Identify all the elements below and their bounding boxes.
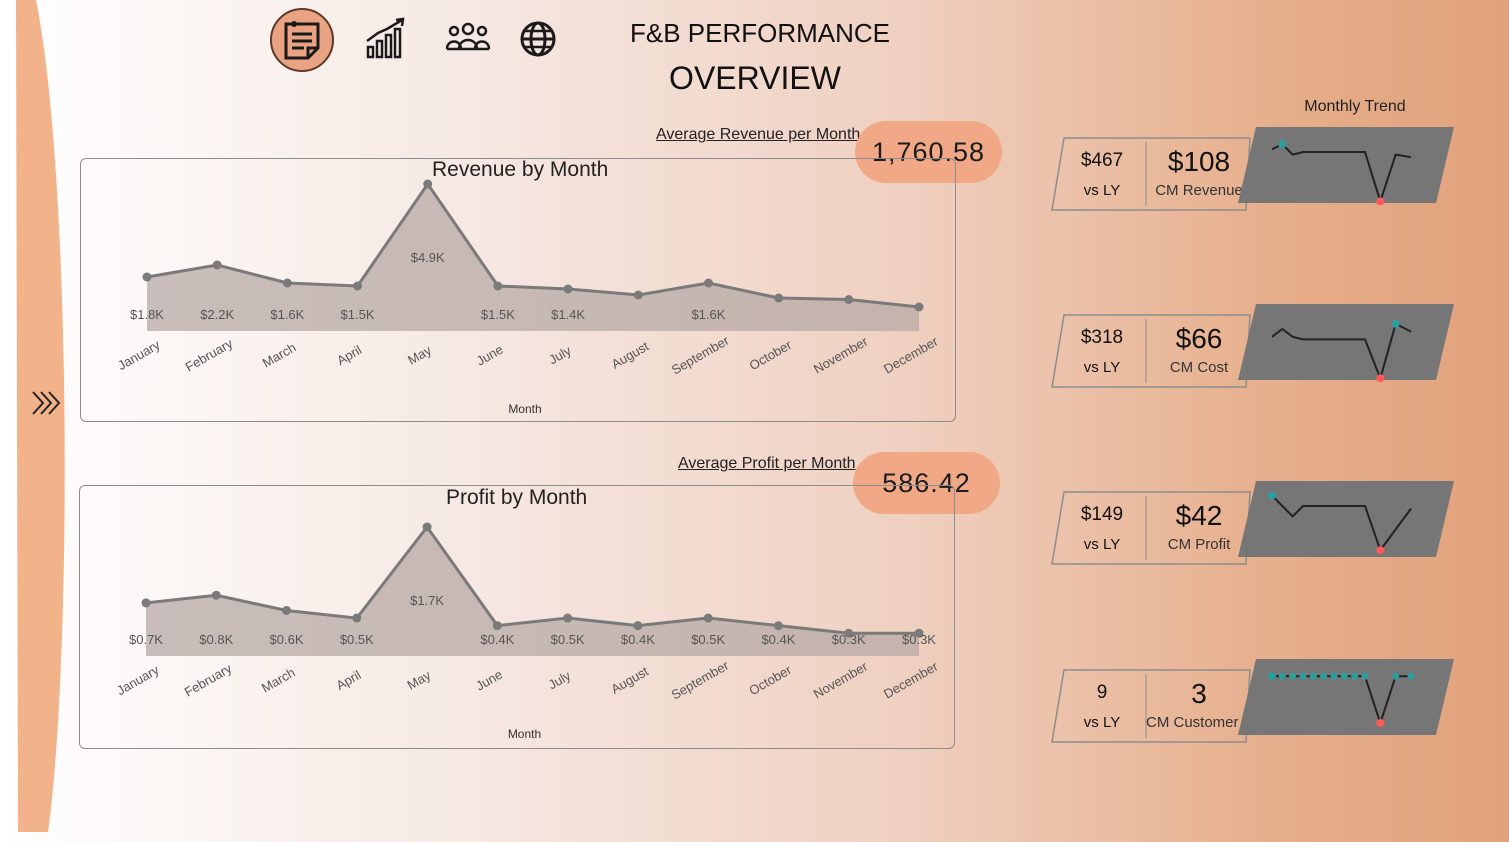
sparkline-marker bbox=[1361, 672, 1369, 680]
dashboard-canvas: F&B PERFORMANCE OVERVIEW Average Revenue… bbox=[0, 0, 1509, 842]
x-tick-label: December bbox=[881, 658, 941, 701]
sparkline-marker bbox=[1330, 672, 1338, 680]
x-tick-label: April bbox=[334, 667, 364, 693]
sparkline-customers bbox=[1238, 659, 1454, 735]
sparkline-min-marker bbox=[1376, 719, 1385, 727]
data-label: $1.7K bbox=[410, 593, 444, 608]
x-tick-label: September bbox=[669, 657, 732, 702]
data-point[interactable] bbox=[282, 605, 292, 615]
data-label: $0.6K bbox=[270, 632, 304, 647]
kpi-ly-value: 9 bbox=[1096, 682, 1108, 703]
x-tick-label: August bbox=[608, 663, 651, 696]
data-point[interactable] bbox=[352, 613, 362, 623]
monthly-trend-title: Monthly Trend bbox=[1304, 98, 1406, 115]
data-point[interactable] bbox=[141, 598, 151, 608]
kpi-card-profit: $149 vs LY $42 CM Profit bbox=[1050, 490, 1260, 566]
data-point[interactable] bbox=[633, 621, 643, 631]
data-point[interactable] bbox=[211, 590, 221, 600]
sparkline-revenue bbox=[1238, 127, 1454, 205]
sparkline-min-marker bbox=[1376, 546, 1385, 555]
kpi-ly-value: $149 bbox=[1080, 504, 1124, 525]
x-tick-label: February bbox=[182, 660, 235, 699]
x-axis-title: Month bbox=[508, 727, 541, 741]
data-label: $0.5K bbox=[551, 632, 585, 647]
x-tick-label: May bbox=[404, 667, 433, 693]
sparkline-marker bbox=[1278, 672, 1286, 680]
sparkline-marker bbox=[1299, 672, 1307, 680]
kpi-ly-label: vs LY bbox=[1083, 714, 1121, 731]
data-point[interactable] bbox=[422, 522, 432, 532]
sparkline-marker bbox=[1351, 672, 1359, 680]
sparkline-max-marker bbox=[1391, 319, 1400, 328]
x-tick-label: October bbox=[746, 662, 794, 698]
data-point[interactable] bbox=[703, 613, 713, 623]
x-tick-label: January bbox=[114, 662, 162, 698]
kpi-ly-label: vs LY bbox=[1083, 359, 1121, 376]
sparkline-marker bbox=[1407, 672, 1415, 680]
data-label: $0.4K bbox=[761, 632, 795, 647]
x-tick-label: July bbox=[546, 668, 574, 693]
kpi-ly-value: $467 bbox=[1080, 150, 1124, 171]
data-label: $0.8K bbox=[199, 632, 233, 647]
sparkline-max-marker bbox=[1268, 491, 1276, 500]
data-label: $0.7K bbox=[129, 632, 163, 647]
data-point[interactable] bbox=[563, 613, 573, 623]
sparkline-marker bbox=[1289, 672, 1297, 680]
data-point[interactable] bbox=[773, 621, 783, 631]
x-tick-label: June bbox=[473, 667, 505, 694]
area-fill bbox=[146, 527, 919, 656]
sparkline-marker bbox=[1340, 672, 1348, 680]
sparkline-background bbox=[1238, 127, 1454, 203]
sparkline-marker bbox=[1392, 672, 1400, 680]
data-label: $0.3K bbox=[902, 632, 936, 647]
sparkline-marker bbox=[1309, 672, 1317, 680]
kpi-card-revenue: $467 vs LY $108 CM Revenue bbox=[1050, 136, 1260, 212]
sparkline-background bbox=[1238, 304, 1454, 380]
sparkline-max-marker bbox=[1278, 140, 1287, 149]
x-tick-label: March bbox=[259, 665, 298, 696]
data-point[interactable] bbox=[492, 621, 502, 631]
sparkline-marker bbox=[1320, 672, 1328, 680]
kpi-ly-value: $318 bbox=[1080, 327, 1124, 348]
x-tick-label: November bbox=[811, 658, 871, 701]
kpi-ly-label: vs LY bbox=[1083, 182, 1121, 199]
kpi-card-customers: 9 vs LY 3 CM Customer Count bbox=[1050, 668, 1260, 744]
data-label: $0.4K bbox=[621, 632, 655, 647]
sparkline-background bbox=[1238, 659, 1454, 735]
sparkline-max-marker bbox=[1268, 672, 1276, 681]
data-label: $0.5K bbox=[340, 632, 374, 647]
kpi-card-cost: $318 vs LY $66 CM Cost bbox=[1050, 313, 1260, 389]
kpi-ly-label: vs LY bbox=[1083, 536, 1121, 553]
data-label: $0.5K bbox=[691, 632, 725, 647]
sparkline-profit bbox=[1238, 481, 1454, 557]
data-label: $0.4K bbox=[480, 632, 514, 647]
data-label: $0.3K bbox=[832, 632, 866, 647]
sparkline-cost bbox=[1238, 304, 1454, 382]
